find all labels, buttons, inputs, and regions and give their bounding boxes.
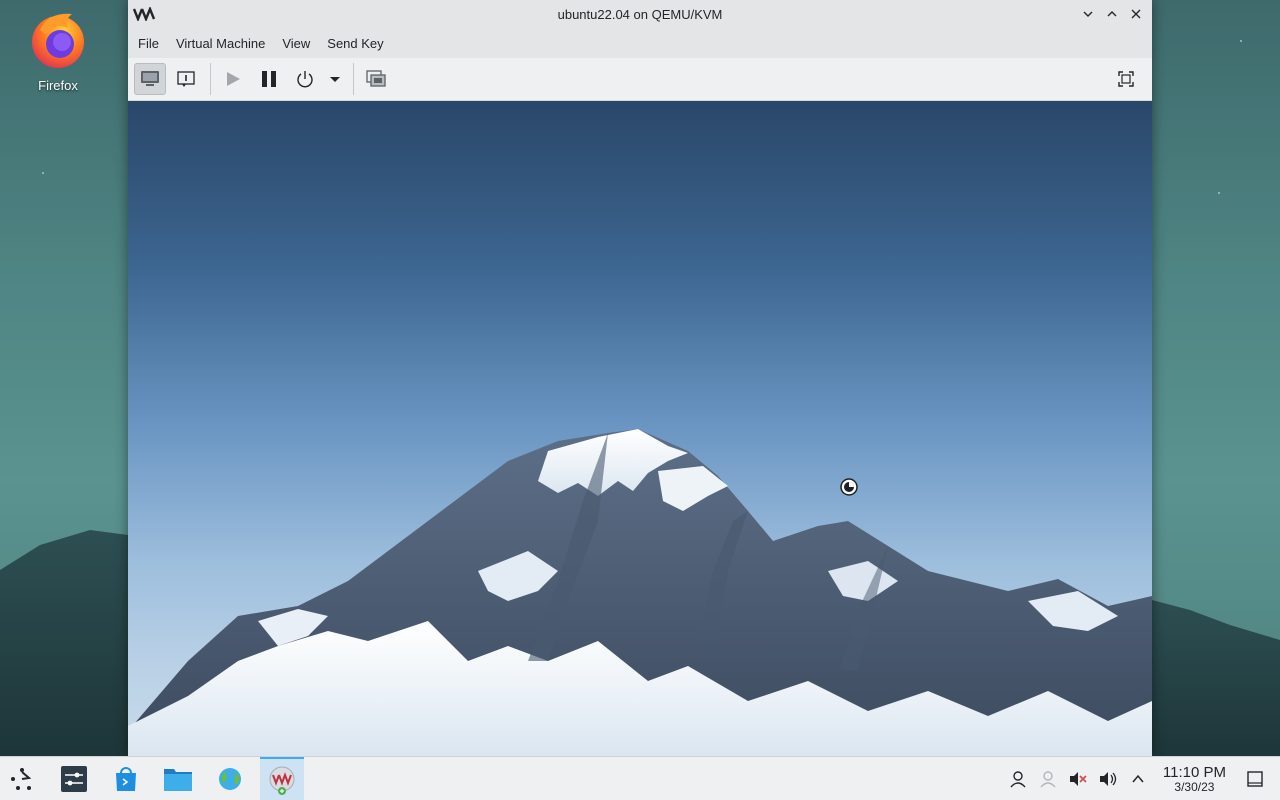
guest-wallpaper-mountain — [128, 429, 1152, 756]
run-button[interactable] — [217, 63, 249, 95]
launcher-icon — [11, 767, 32, 790]
show-desktop-button[interactable] — [1244, 768, 1266, 790]
taskbar-discover[interactable] — [104, 757, 148, 800]
toolbar-separator — [210, 63, 211, 95]
dropdown-arrow-icon — [330, 77, 340, 82]
details-view-button[interactable] — [170, 63, 202, 95]
minimize-button[interactable] — [1080, 6, 1096, 22]
chevron-down-icon — [1083, 11, 1093, 17]
menu-virtual-machine[interactable]: Virtual Machine — [169, 32, 272, 55]
close-icon — [1131, 9, 1141, 19]
vm-display[interactable] — [128, 101, 1152, 756]
clock-time: 11:10 PM — [1162, 764, 1226, 781]
desktop-icon-label: Firefox — [38, 78, 78, 93]
settings-icon — [61, 765, 87, 792]
clock-date: 3/30/23 — [1174, 780, 1215, 794]
virt-manager-icon — [133, 7, 155, 21]
app-launcher-button[interactable] — [0, 757, 44, 800]
monitor-icon — [141, 71, 159, 86]
power-icon — [297, 71, 313, 88]
user-tray-button[interactable] — [1007, 768, 1029, 790]
shutdown-menu-button[interactable] — [325, 63, 345, 95]
microphone-tray-button[interactable] — [1067, 768, 1089, 790]
console-view-button[interactable] — [134, 63, 166, 95]
vm-window[interactable]: ubuntu22.04 on QEMU/KVM File Virtual Mac… — [128, 0, 1152, 756]
speaker-icon — [1099, 772, 1117, 786]
toolbar-separator — [353, 63, 354, 95]
toolbar — [128, 58, 1152, 101]
window-titlebar[interactable]: ubuntu22.04 on QEMU/KVM — [128, 0, 1152, 29]
pause-button[interactable] — [253, 63, 285, 95]
menu-view[interactable]: View — [275, 32, 317, 55]
folder-icon — [164, 768, 192, 791]
user-icon — [1010, 771, 1026, 788]
menu-bar: File Virtual Machine View Send Key — [128, 29, 1152, 58]
pause-icon — [262, 71, 276, 87]
show-desktop-icon — [1247, 771, 1263, 787]
globe-icon — [219, 767, 241, 790]
volume-tray-button[interactable] — [1097, 768, 1119, 790]
shutdown-button[interactable] — [289, 63, 321, 95]
taskbar-settings[interactable] — [52, 757, 96, 800]
chevron-up-icon — [1132, 774, 1144, 783]
system-tray: 11:10 PM 3/30/23 — [1007, 757, 1280, 800]
clock[interactable]: 11:10 PM 3/30/23 — [1163, 764, 1226, 794]
snapshots-button[interactable] — [360, 63, 392, 95]
info-icon — [177, 71, 195, 87]
microphone-muted-icon — [1069, 772, 1087, 786]
fullscreen-button[interactable] — [1110, 63, 1142, 95]
window-title: ubuntu22.04 on QEMU/KVM — [557, 7, 723, 22]
fullscreen-icon — [1118, 71, 1134, 87]
taskbar: 11:10 PM 3/30/23 — [0, 756, 1280, 800]
desktop-icon-firefox[interactable]: Firefox — [18, 8, 98, 93]
play-icon — [227, 72, 240, 86]
virt-manager-icon — [269, 766, 295, 795]
taskbar-files[interactable] — [156, 757, 200, 800]
network-disconnected-icon — [1040, 771, 1056, 788]
menu-send-key[interactable]: Send Key — [320, 32, 390, 55]
firefox-icon — [32, 13, 84, 68]
snapshots-icon — [366, 70, 386, 87]
menu-file[interactable]: File — [131, 32, 166, 55]
maximize-button[interactable] — [1104, 6, 1120, 22]
taskbar-browser[interactable] — [208, 757, 252, 800]
taskbar-virt-manager[interactable] — [260, 756, 304, 800]
discover-icon — [116, 766, 136, 791]
chevron-up-icon — [1107, 11, 1117, 17]
tray-expand-button[interactable] — [1127, 768, 1149, 790]
network-tray-button[interactable] — [1037, 768, 1059, 790]
close-button[interactable] — [1128, 6, 1144, 22]
